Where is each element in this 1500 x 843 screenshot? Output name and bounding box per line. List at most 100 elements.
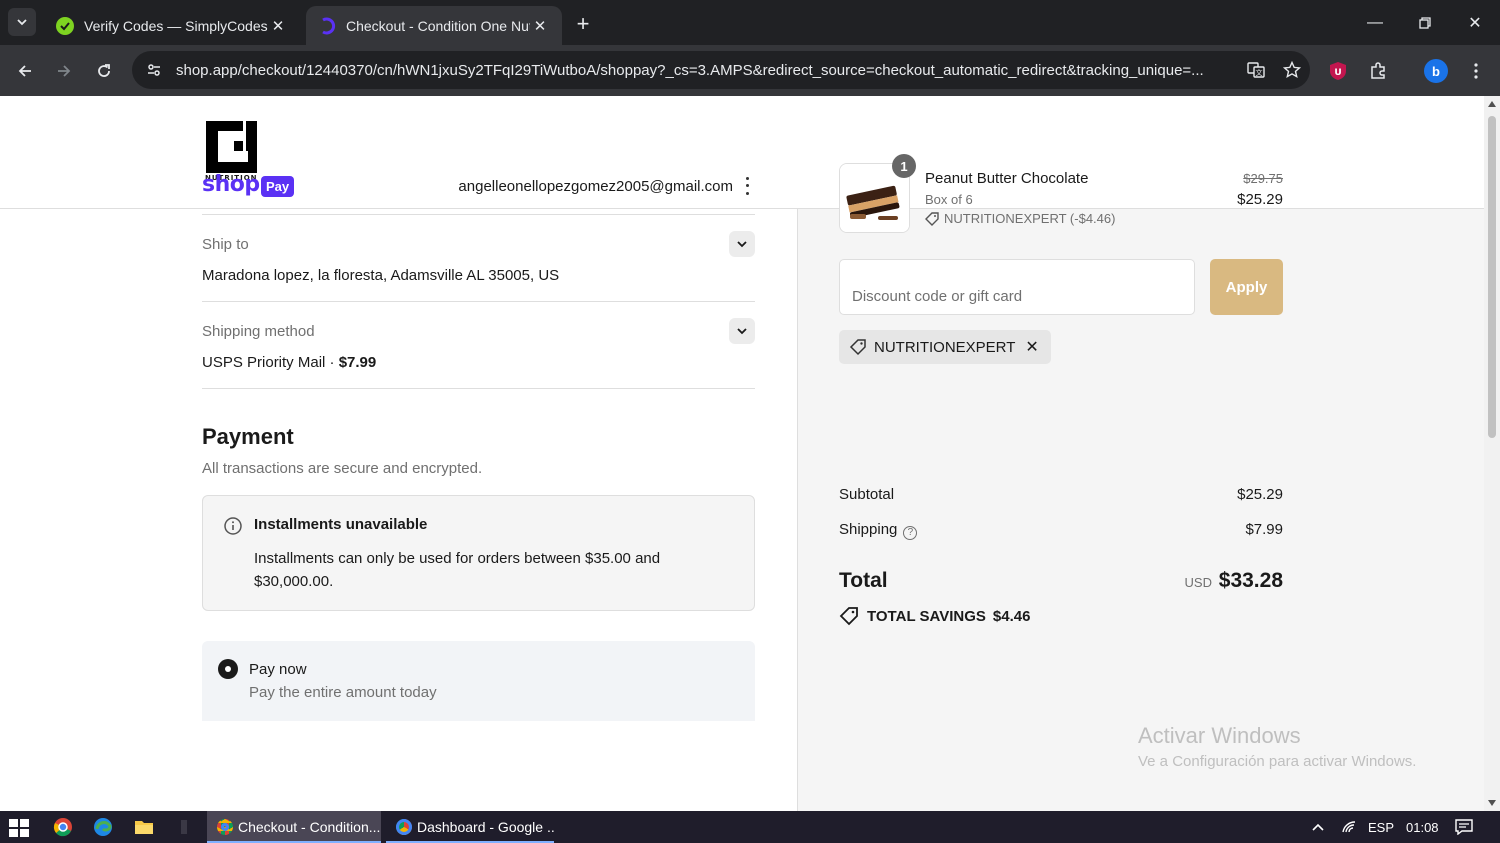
shipping-method-label: Shipping method <box>202 323 315 340</box>
translate-icon[interactable]: 文 <box>1238 61 1274 79</box>
applied-discount-code: NUTRITIONEXPERT <box>874 338 1016 356</box>
watermark-subtitle: Ve a Configuración para activar Windows. <box>1138 753 1417 770</box>
taskbar-task-label: Dashboard - Google ... <box>417 819 554 835</box>
tag-icon <box>925 211 939 226</box>
address-bar[interactable]: shop.app/checkout/12440370/cn/hWN1jxuSy2… <box>132 51 1310 89</box>
shipping-method-name: USPS Priority Mail · <box>202 354 339 371</box>
clock[interactable]: 01:08 <box>1406 811 1439 843</box>
installments-text: Installments can only be used for orders… <box>254 550 661 590</box>
taskbar-task-dashboard[interactable]: Dashboard - Google ... <box>386 811 554 843</box>
product-variant: Box of 6 <box>925 192 973 207</box>
tray-chevron-up-icon[interactable] <box>1311 811 1325 843</box>
total-label: Total <box>839 569 888 592</box>
page-scrollbar[interactable] <box>1484 96 1500 811</box>
tab-title: Verify Codes — SimplyCodes <box>84 17 268 34</box>
tab-close-icon[interactable]: ✕ <box>268 16 288 36</box>
payment-heading: Payment <box>202 424 294 449</box>
discount-code-input[interactable] <box>852 288 1182 305</box>
discounted-price: $25.29 <box>1237 191 1283 208</box>
profile-initial: b <box>1424 59 1448 83</box>
ship-to-section[interactable]: Ship to Maradona lopez, la floresta, Ada… <box>202 215 755 302</box>
ship-to-address: Maradona lopez, la floresta, Adamsville … <box>202 267 560 284</box>
tab-verify-codes[interactable]: Verify Codes — SimplyCodes ✕ <box>44 6 300 45</box>
total-currency: USD <box>1184 575 1212 590</box>
discount-code-field[interactable] <box>839 259 1195 315</box>
pay-now-title: Pay now <box>249 661 307 678</box>
tab-checkout[interactable]: Checkout - Condition One Nutr ✕ <box>306 6 562 45</box>
file-explorer-icon[interactable] <box>133 816 155 838</box>
extensions-puzzle-icon[interactable] <box>1364 57 1392 85</box>
shop-pay-account-row: shop Pay angelleonellopezgomez2005@gmail… <box>202 158 755 215</box>
wifi-icon[interactable] <box>1341 811 1357 843</box>
restore-icon[interactable] <box>1400 0 1450 45</box>
tab-title: Checkout - Condition One Nutr <box>346 17 530 34</box>
taskbar-task-label: Checkout - Condition... <box>238 819 381 835</box>
windows-start-icon[interactable] <box>9 819 29 837</box>
product-name: Peanut Butter Chocolate <box>925 170 1089 187</box>
total-amount: $33.28 <box>1218 569 1283 592</box>
installments-notice: Installments unavailable Installments ca… <box>202 495 755 611</box>
shipping-label: Shipping <box>839 521 898 538</box>
tab-close-icon[interactable]: ✕ <box>530 16 550 36</box>
taskbar-task-checkout[interactable]: Checkout - Condition... <box>207 811 381 843</box>
minimize-icon[interactable]: — <box>1350 0 1400 45</box>
shop-favicon-icon <box>318 17 336 35</box>
pinned-app-icon[interactable] <box>173 816 195 838</box>
subtotal-label: Subtotal <box>839 486 895 503</box>
cart-line-item: 1 Peanut Butter Chocolate Box of 6 NUTRI… <box>839 154 1283 233</box>
info-icon <box>223 516 243 541</box>
chevron-down-icon[interactable] <box>729 318 755 344</box>
pay-now-subtitle: Pay the entire amount today <box>249 684 437 701</box>
browser-toolbar: shop.app/checkout/12440370/cn/hWN1jxuSy2… <box>0 45 1500 96</box>
applied-discount-tag: NUTRITIONEXPERT ✕ <box>839 330 1051 364</box>
scrollbar-thumb[interactable] <box>1488 116 1496 438</box>
chrome-icon <box>396 819 412 835</box>
forward-icon[interactable] <box>50 57 78 85</box>
bookmark-star-icon[interactable] <box>1274 61 1310 79</box>
chrome-taskbar-icon[interactable] <box>52 816 74 838</box>
scroll-down-icon[interactable] <box>1488 800 1496 806</box>
browser-menu-icon[interactable] <box>1462 57 1490 85</box>
chrome-icon <box>217 819 233 835</box>
payment-subtitle: All transactions are secure and encrypte… <box>202 460 483 477</box>
close-window-icon[interactable]: ✕ <box>1450 0 1500 45</box>
subtotal-value: $25.29 <box>1237 486 1283 503</box>
tab-search-button[interactable] <box>8 8 36 36</box>
windows-activation-watermark: Activar Windows Ve a Configuración para … <box>1138 723 1416 770</box>
ublock-extension-icon[interactable]: U <box>1324 57 1352 85</box>
edge-taskbar-icon[interactable] <box>92 816 114 838</box>
language-indicator[interactable]: ESP <box>1368 811 1394 843</box>
svg-text:U: U <box>1334 68 1341 78</box>
notifications-icon[interactable] <box>1455 811 1473 843</box>
svg-text:文: 文 <box>1256 68 1263 77</box>
product-discount: NUTRITIONEXPERT (-$4.46) <box>925 211 1115 226</box>
new-tab-icon[interactable]: + <box>570 11 596 37</box>
shipping-method-price: $7.99 <box>338 354 377 371</box>
original-price: $29.75 <box>1243 171 1283 186</box>
chevron-down-icon[interactable] <box>729 231 755 257</box>
savings-value: $4.46 <box>992 607 1031 625</box>
quantity-badge: 1 <box>892 154 916 178</box>
back-icon[interactable] <box>11 57 39 85</box>
scroll-up-icon[interactable] <box>1488 101 1496 107</box>
shop-pay-logo: shop <box>202 172 260 197</box>
help-icon[interactable]: ? <box>903 525 918 540</box>
product-discount-text: NUTRITIONEXPERT (-$4.46) <box>944 211 1116 226</box>
reload-icon[interactable] <box>90 57 118 85</box>
savings-label: TOTAL SAVINGS <box>867 607 986 625</box>
shipping-row: Shipping? $7.99 <box>839 521 1283 540</box>
apply-discount-button[interactable]: Apply <box>1210 259 1283 315</box>
shipping-method-section[interactable]: Shipping method USPS Priority Mail · $7.… <box>202 302 755 389</box>
subtotal-row: Subtotal $25.29 <box>839 486 1283 503</box>
shipping-value: $7.99 <box>1245 521 1283 538</box>
site-info-icon[interactable] <box>136 62 172 78</box>
account-email: angelleonellopezgomez2005@gmail.com <box>458 178 733 195</box>
shipping-method-value: USPS Priority Mail · $7.99 <box>202 354 376 371</box>
installments-title: Installments unavailable <box>254 516 428 533</box>
pay-now-option[interactable]: Pay now Pay the entire amount today <box>202 641 755 721</box>
pay-now-radio[interactable] <box>218 659 238 679</box>
remove-discount-icon[interactable]: ✕ <box>1025 337 1038 357</box>
chevron-down-icon <box>17 19 27 26</box>
profile-avatar[interactable]: b <box>1422 57 1450 85</box>
account-menu-icon[interactable] <box>741 175 753 197</box>
